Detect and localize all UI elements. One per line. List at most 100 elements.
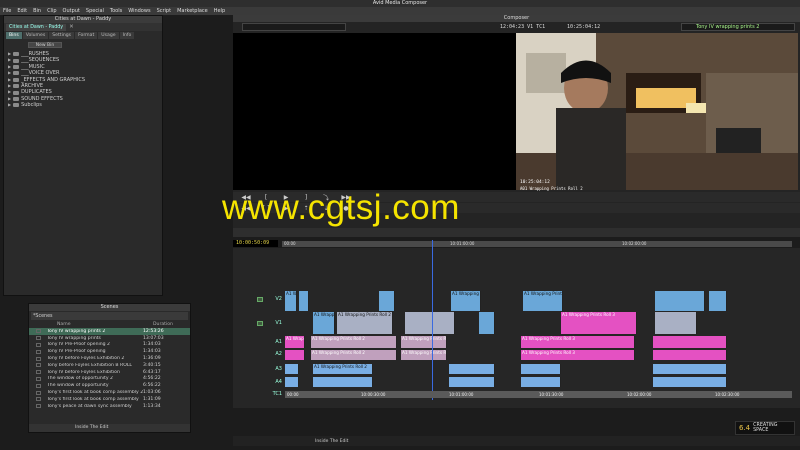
ruler-label: 10:01:00:00 xyxy=(450,241,475,246)
timeline-overview-ruler[interactable]: 00:00 10:01:00:00 10:02:00:00 xyxy=(282,241,792,247)
table-row[interactable]: Tony's peace at dawn sync assembly 1:13:3… xyxy=(29,403,190,410)
table-row[interactable]: Tony IV wrapping prints 13:07:03 xyxy=(29,335,190,342)
channel-logo: 6.4 CREATING SPACE xyxy=(735,421,795,435)
chevron-right-icon[interactable]: ▶ xyxy=(8,102,11,108)
menu-help[interactable]: Help xyxy=(214,8,225,14)
table-row[interactable]: Tony's first look at book comp assembly … xyxy=(29,389,190,396)
bin-tab[interactable]: Cities at Dawn - Paddy xyxy=(6,23,67,31)
tab-format[interactable]: Format xyxy=(75,32,98,39)
timeline-clip[interactable] xyxy=(379,291,395,311)
bin-window: Cities at Dawn - Paddy Cities at Dawn - … xyxy=(3,15,163,296)
timeline-clip[interactable] xyxy=(285,350,305,360)
timeline-clip[interactable] xyxy=(653,350,727,360)
track-a1[interactable]: A1 xyxy=(233,338,285,346)
timeline-clip[interactable]: A1 Wrapping Prints Roll 3 xyxy=(561,312,637,334)
track-a3[interactable]: A3 xyxy=(233,365,285,373)
timeline-clip[interactable] xyxy=(405,312,455,334)
timeline-clip[interactable] xyxy=(653,336,727,348)
timeline-clip[interactable] xyxy=(709,291,727,311)
tab-info[interactable]: Info xyxy=(119,32,135,39)
timeline-clip[interactable] xyxy=(285,377,299,387)
timeline-clip[interactable]: A1 Wrapping Prints Roll 2 xyxy=(401,336,447,348)
menu-clip[interactable]: Clip xyxy=(47,8,56,14)
timeline-clip[interactable] xyxy=(299,291,309,311)
timeline-clip[interactable] xyxy=(655,312,697,334)
table-row[interactable]: Tony's first look at book comp assembly 1… xyxy=(29,396,190,403)
timeline-clip[interactable] xyxy=(653,377,727,387)
timeline-clip[interactable]: A1 Wrapping Prints Roll 2 xyxy=(285,336,305,348)
menu-edit[interactable]: Edit xyxy=(17,8,27,14)
timeline-clip[interactable] xyxy=(285,364,299,374)
source-monitor[interactable] xyxy=(233,33,516,190)
menu-file[interactable]: File xyxy=(3,8,11,14)
scenes-tab[interactable]: *Scenes xyxy=(31,312,188,320)
timeline-clip[interactable]: A1 Wrapping Prints Roll 2 xyxy=(311,336,397,348)
menu-windows[interactable]: Windows xyxy=(128,8,150,14)
overlay-timecode: 10:25:04:12 xyxy=(520,180,550,185)
timeline-clip[interactable] xyxy=(653,364,727,374)
sequence-icon xyxy=(36,336,41,341)
playhead[interactable] xyxy=(432,240,433,400)
folder-icon xyxy=(13,84,20,89)
table-row[interactable]: The window of opportunity 2 4:56:22 xyxy=(29,376,190,383)
source-clip-menu[interactable] xyxy=(242,23,346,31)
track-headers: V2 V1 A1 A2 A3 A4 TC1 xyxy=(233,290,285,400)
menu-tools[interactable]: Tools xyxy=(110,8,122,14)
list-item[interactable]: ▶ Subclips xyxy=(8,102,162,108)
table-row[interactable]: Tony IV before Foyles Exhibition 6:43:17 xyxy=(29,369,190,376)
tab-bins[interactable]: Bins xyxy=(6,32,22,39)
timeline-clip[interactable] xyxy=(521,364,561,374)
timeline-clip[interactable] xyxy=(449,364,495,374)
scenes-title: Scenes xyxy=(29,304,190,311)
sequence-icon xyxy=(36,390,41,395)
track-v1[interactable]: V1 xyxy=(233,317,285,329)
track-toggle[interactable] xyxy=(257,296,264,302)
table-row[interactable]: The window of opportunity 6:56:22 xyxy=(29,382,190,389)
timeline-clip[interactable]: A1 Wrapping Prints Roll 3 xyxy=(521,336,635,348)
tab-settings[interactable]: Settings xyxy=(49,32,75,39)
close-icon[interactable]: ✕ xyxy=(69,24,74,30)
bin-subtabs: Bins Volumes Settings Format Usage Info xyxy=(4,32,162,39)
timeline-clip[interactable]: A1 Wrapping Prints Roll 2 xyxy=(337,312,393,334)
tab-usage[interactable]: Usage xyxy=(98,32,119,39)
table-row[interactable]: Tony IV before Foyles Exhibition 2 1:36:0… xyxy=(29,355,190,362)
new-bin-button[interactable]: New Bin xyxy=(28,42,62,48)
timeline-clip[interactable] xyxy=(479,312,495,334)
table-row[interactable]: Tony IV wrapping prints 2 12:53:26 xyxy=(29,328,190,335)
timeline-clip[interactable]: A1 Wrapping Prints Roll 2 xyxy=(313,364,373,374)
timeline-clip[interactable]: A1 Wrapping Prints Roll 2 xyxy=(285,291,297,311)
track-v2[interactable]: V2 xyxy=(233,294,285,304)
timeline-clip[interactable]: A1 Wrapping Prints Roll 2 xyxy=(311,350,397,360)
timeline-ruler[interactable]: 00:00 10:00:30:00 10:01:00:00 10:01:30:0… xyxy=(285,391,792,398)
track-a2[interactable]: A2 xyxy=(233,350,285,358)
timeline-clip[interactable]: A1 Wrapping Prints Roll 2 xyxy=(313,312,335,334)
menu-special[interactable]: Special xyxy=(86,8,104,14)
track-a4[interactable]: A4 xyxy=(233,378,285,386)
timeline-clip[interactable]: A1 Wrapping Prints Roll 3 xyxy=(521,350,635,360)
timeline-clip[interactable] xyxy=(313,377,373,387)
record-clip-menu[interactable]: Tony IV wrapping prints 2 xyxy=(681,23,795,31)
sequence-icon xyxy=(36,363,41,368)
timeline-clip[interactable] xyxy=(655,291,705,311)
timeline-tracks[interactable]: A1 Wrapping Prints Roll 2 A1 Wrapping Pr… xyxy=(285,290,792,400)
timeline-clip[interactable] xyxy=(449,377,495,387)
menu-marketplace[interactable]: Marketplace xyxy=(177,8,208,14)
timeline-clip[interactable]: A1 Wrapping Prints Roll 2 xyxy=(401,350,447,360)
menu-output[interactable]: Output xyxy=(63,8,80,14)
track-toggle[interactable] xyxy=(257,320,264,326)
sequence-icon xyxy=(36,397,41,402)
track-tc1[interactable]: TC1 xyxy=(233,390,285,398)
menu-script[interactable]: Script xyxy=(157,8,172,14)
menu-bin[interactable]: Bin xyxy=(33,8,41,14)
table-row[interactable]: Tony IV Pre-Proof opening 2 1:34:03 xyxy=(29,342,190,349)
record-monitor[interactable] xyxy=(516,33,798,190)
col-duration[interactable]: Duration xyxy=(153,322,173,327)
table-row[interactable]: Tony IV Pre-Proof opening 1:34:03 xyxy=(29,348,190,355)
tab-volumes[interactable]: Volumes xyxy=(22,32,49,39)
timeline-clip[interactable] xyxy=(521,377,561,387)
scenes-column-headers: Name Duration xyxy=(29,321,190,328)
timeline-clip[interactable]: A1 Wrapping Prints Roll 2 xyxy=(451,291,481,311)
col-name[interactable]: Name xyxy=(57,322,153,327)
timeline-clip[interactable]: A1 Wrapping Prints Roll 2 xyxy=(523,291,563,311)
table-row[interactable]: Tony before Foyles Exhibition B ROLL 3:40… xyxy=(29,362,190,369)
